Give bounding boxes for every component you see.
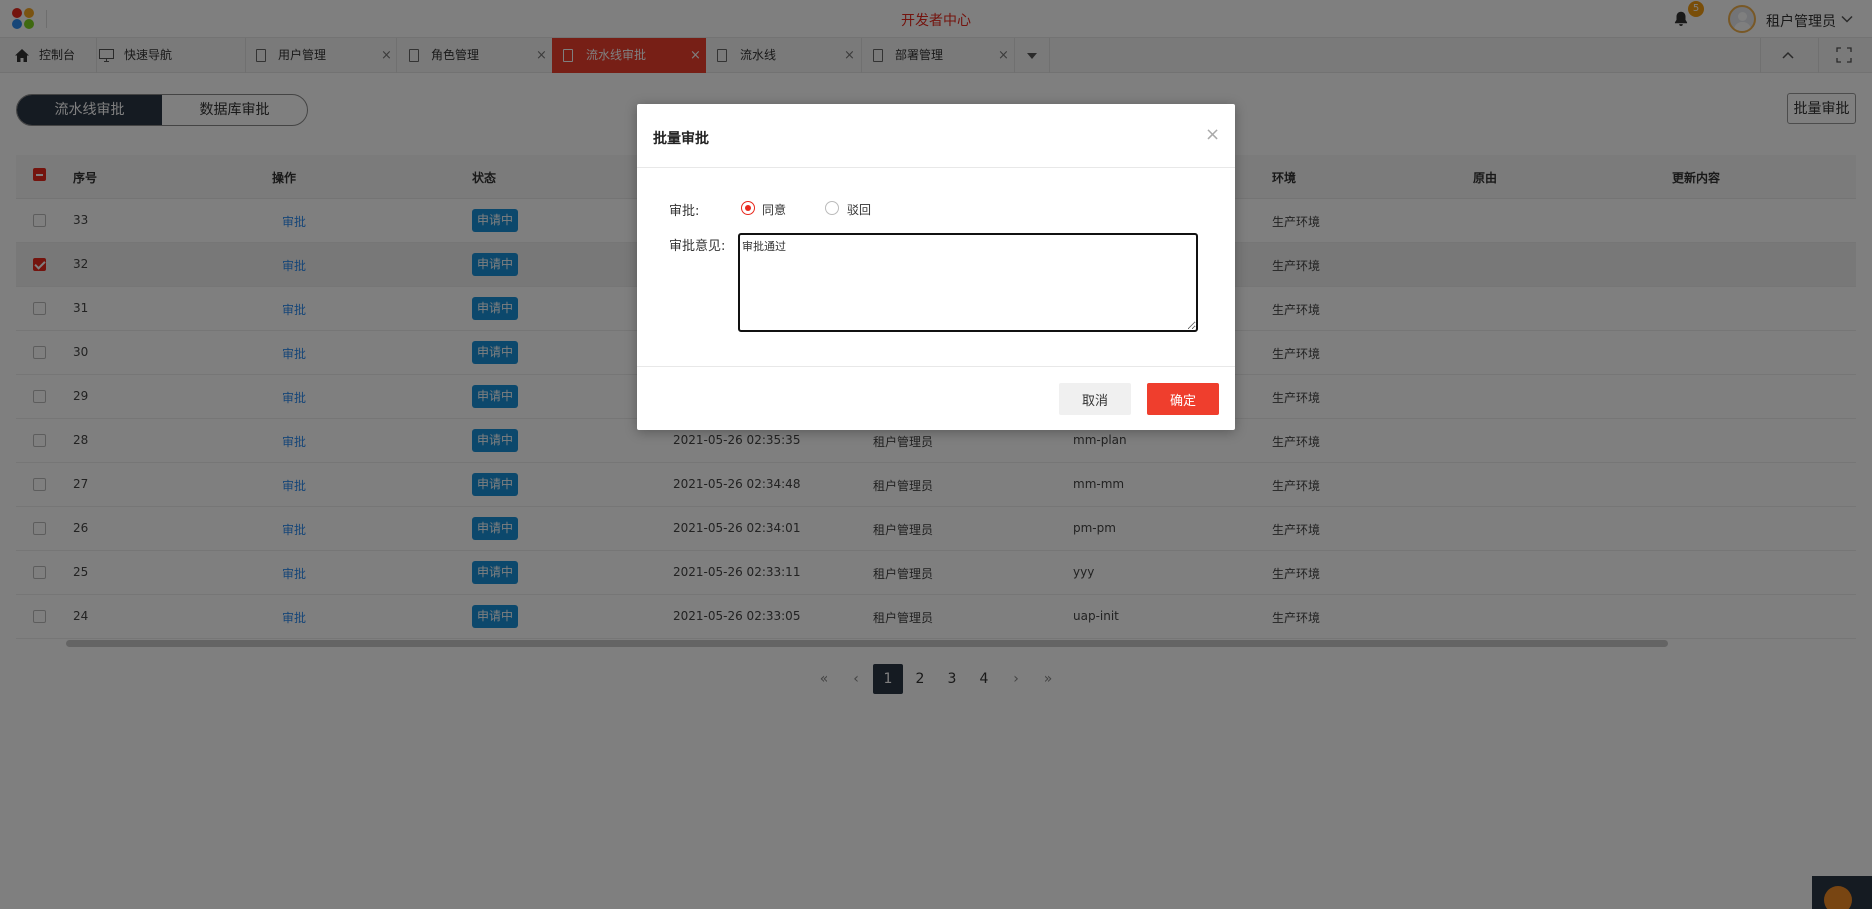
radio-agree[interactable]	[741, 201, 755, 215]
dialog-footer	[637, 366, 1235, 430]
batch-approval-dialog: 批量审批 × 审批: 同意 驳回 审批意见: 取消 确定	[637, 104, 1235, 430]
dialog-title: 批量审批	[653, 131, 709, 147]
radio-agree-label[interactable]: 同意	[762, 201, 786, 218]
opinion-textarea[interactable]	[738, 233, 1198, 332]
opinion-label: 审批意见:	[669, 239, 726, 254]
approval-label: 审批:	[669, 204, 700, 219]
cancel-button[interactable]: 取消	[1059, 383, 1131, 415]
radio-reject[interactable]	[825, 201, 839, 215]
confirm-button[interactable]: 确定	[1147, 383, 1219, 415]
dialog-header: 批量审批 ×	[637, 104, 1235, 168]
radio-reject-label[interactable]: 驳回	[847, 201, 871, 218]
close-icon[interactable]: ×	[1205, 124, 1220, 145]
